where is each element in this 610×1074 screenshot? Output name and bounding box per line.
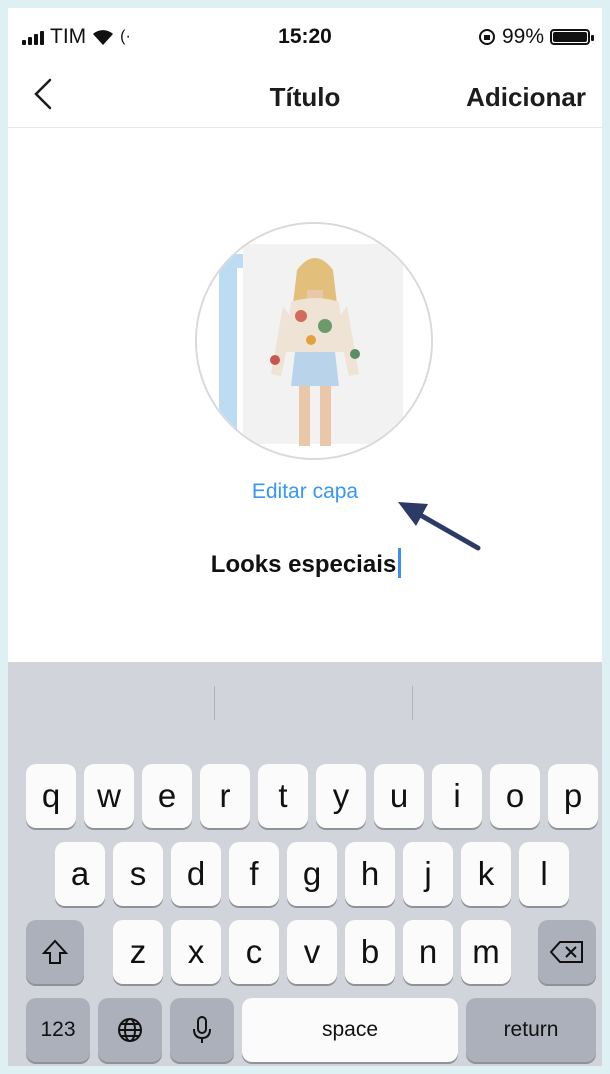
title-input-value[interactable]: Looks especiais (209, 551, 398, 579)
key-h[interactable]: h (345, 842, 395, 906)
key-b[interactable]: b (345, 920, 395, 984)
predictive-separator (214, 686, 215, 720)
highlight-cover[interactable] (195, 222, 433, 460)
key-w[interactable]: w (84, 764, 134, 828)
key-u[interactable]: u (374, 764, 424, 828)
shift-key[interactable] (26, 920, 84, 984)
key-v[interactable]: v (287, 920, 337, 984)
dictation-key[interactable] (170, 998, 234, 1062)
key-q[interactable]: q (26, 764, 76, 828)
key-n[interactable]: n (403, 920, 453, 984)
predictive-bar (8, 662, 602, 742)
key-k[interactable]: k (461, 842, 511, 906)
text-caret (398, 548, 402, 578)
key-d[interactable]: d (171, 842, 221, 906)
key-e[interactable]: e (142, 764, 192, 828)
globe-key[interactable] (98, 998, 162, 1062)
key-x[interactable]: x (171, 920, 221, 984)
battery-icon (550, 29, 594, 45)
key-g[interactable]: g (287, 842, 337, 906)
annotation-arrow (398, 502, 481, 551)
shift-icon (41, 939, 69, 964)
title-field[interactable]: Looks especiais (8, 548, 602, 579)
space-key[interactable]: space (242, 998, 458, 1062)
edit-cover-link[interactable]: Editar capa (8, 480, 602, 504)
backspace-key[interactable] (538, 920, 596, 984)
key-l[interactable]: l (519, 842, 569, 906)
numbers-key[interactable]: 123 (26, 998, 90, 1062)
orientation-lock-icon (478, 29, 495, 45)
navigation-bar: Título Adicionar (8, 64, 602, 128)
backspace-icon (550, 941, 583, 963)
key-m[interactable]: m (461, 920, 511, 984)
key-i[interactable]: i (432, 764, 482, 828)
status-right: 99% (478, 25, 594, 49)
key-p[interactable]: p (548, 764, 598, 828)
battery-percent: 99% (501, 25, 544, 48)
key-z[interactable]: z (113, 920, 163, 984)
key-y[interactable]: y (316, 764, 366, 828)
globe-icon (118, 1018, 142, 1042)
key-c[interactable]: c (229, 920, 279, 984)
key-s[interactable]: s (113, 842, 163, 906)
cover-photo (197, 224, 431, 458)
key-r[interactable]: r (200, 764, 250, 828)
predictive-separator (412, 686, 413, 720)
key-j[interactable]: j (403, 842, 453, 906)
add-button[interactable]: Adicionar (466, 82, 586, 113)
keyboard: qwertyuiop asdfghjkl zxcvbnm 123 space ret… (8, 662, 602, 1066)
battery-fill (553, 32, 587, 42)
phone-screen: TIM (· 15:20 99% Título Adicionar Editar… (8, 8, 602, 1066)
status-bar: TIM (· 15:20 99% (8, 8, 602, 64)
microphone-icon (193, 1016, 211, 1043)
key-t[interactable]: t (258, 764, 308, 828)
key-o[interactable]: o (490, 764, 540, 828)
key-f[interactable]: f (229, 842, 279, 906)
key-a[interactable]: a (55, 842, 105, 906)
return-key[interactable]: return (466, 998, 596, 1062)
